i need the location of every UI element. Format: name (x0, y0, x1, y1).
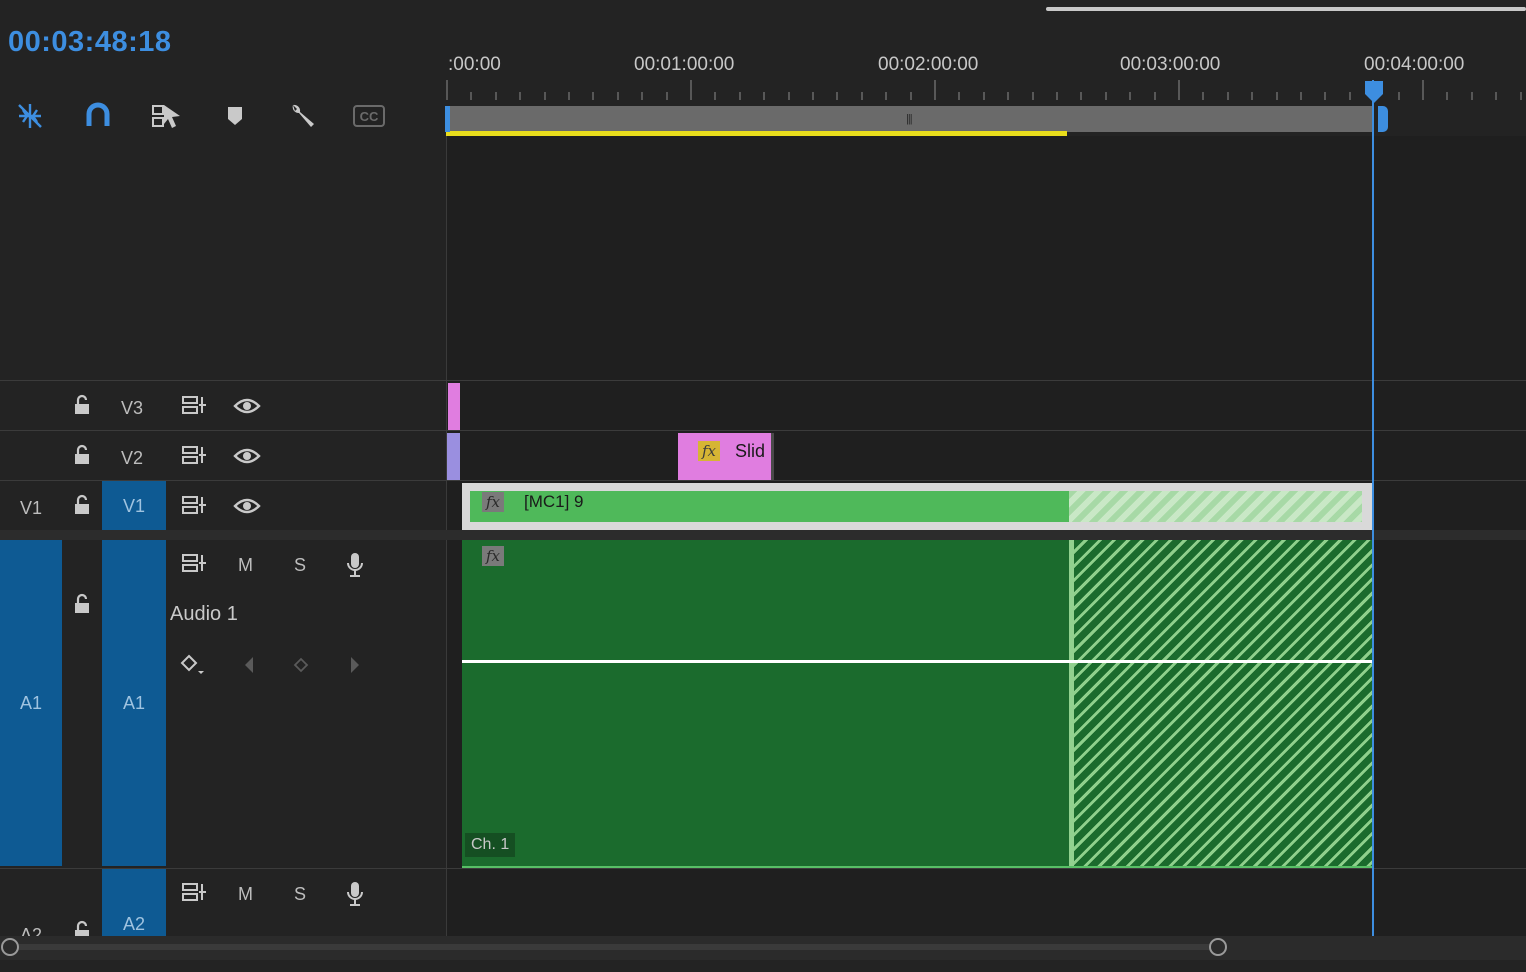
eye-visibility-icon[interactable] (232, 394, 262, 418)
fx-badge-icon[interactable]: fx (698, 441, 720, 461)
ruler-label-0: :00:00 (448, 54, 501, 75)
keyframe-toggle-icon[interactable] (178, 652, 208, 678)
a1-audio-clip[interactable]: fx Ch. 1 (462, 540, 1372, 868)
ruler-label-4: 00:04:00:00 (1364, 54, 1465, 75)
scrollbar-right-handle[interactable] (1209, 938, 1227, 956)
ruler-label-2: 00:02:00:00 (878, 54, 979, 75)
eye-visibility-icon[interactable] (232, 444, 262, 468)
lock-icon[interactable] (70, 493, 94, 517)
lock-icon[interactable] (70, 393, 94, 417)
source-patch-v1[interactable]: V1 (20, 498, 42, 519)
playhead-handle-icon[interactable] (1364, 80, 1384, 104)
add-marker-icon[interactable] (218, 100, 252, 132)
work-area-grip-icon: ||| (906, 113, 913, 125)
work-area-in-handle[interactable] (445, 106, 450, 132)
linked-selection-icon[interactable] (149, 100, 183, 132)
solo-button[interactable]: S (294, 555, 306, 576)
video-audio-divider[interactable] (0, 530, 1526, 540)
sync-lock-icon[interactable] (180, 551, 208, 577)
add-keyframe-icon[interactable] (290, 653, 312, 677)
volume-rubber-band[interactable] (462, 660, 1372, 663)
mute-button[interactable]: M (238, 555, 253, 576)
playhead-timecode[interactable]: 00:03:48:18 (8, 26, 172, 59)
clip-name: [MC1] 9 (524, 492, 584, 511)
track-target-v1[interactable]: V1 (102, 481, 166, 531)
track-a1: A1 A1 M S Audio 1 fx Ch. 1 (0, 540, 1526, 868)
eye-visibility-icon[interactable] (232, 494, 262, 518)
captions-cc-icon[interactable]: CC (352, 100, 386, 132)
a1-unrendered-area (1069, 540, 1372, 866)
clip-name: Slid (735, 441, 766, 461)
nest-sequence-icon[interactable] (13, 100, 47, 132)
v2-clip-slid[interactable]: fx Slid (678, 433, 774, 480)
fx-badge-icon[interactable]: fx (482, 492, 504, 512)
playhead-line[interactable] (1372, 80, 1374, 936)
source-patch-a2[interactable]: A2 (20, 925, 42, 936)
scrollbar-left-handle[interactable] (1, 938, 19, 956)
track-name-audio-1[interactable]: Audio 1 (170, 603, 238, 626)
track-header-a2: A2 A2 M S (0, 869, 446, 936)
timeline-settings-wrench-icon[interactable] (285, 100, 319, 132)
ruler-label-3: 00:03:00:00 (1120, 54, 1221, 75)
track-header-v2: V2 (0, 431, 446, 481)
track-header-v3: V3 (0, 381, 446, 431)
v1-clip-mc1[interactable]: fx [MC1] 9 (462, 483, 1372, 530)
fx-badge-icon[interactable]: fx (482, 546, 504, 566)
snap-magnet-icon[interactable] (81, 100, 115, 132)
track-header-v1: V1 V1 (0, 481, 446, 531)
previous-keyframe-icon[interactable] (238, 653, 260, 677)
lock-icon[interactable] (70, 443, 94, 467)
sync-lock-icon[interactable] (180, 493, 208, 519)
v2-transition-clip[interactable] (447, 433, 460, 480)
track-target-a1[interactable]: A1 (102, 540, 166, 866)
track-header-a1: A1 A1 M S Audio 1 (0, 540, 446, 868)
sync-lock-icon[interactable] (180, 393, 208, 419)
track-v1: V1 V1 fx [MC1] 9 (0, 480, 1526, 531)
solo-button[interactable]: S (294, 884, 306, 905)
mute-button[interactable]: M (238, 884, 253, 905)
top-divider (1046, 7, 1526, 11)
source-patch-a1[interactable]: A1 (0, 540, 62, 866)
sync-lock-icon[interactable] (180, 880, 208, 906)
sync-lock-icon[interactable] (180, 443, 208, 469)
microphone-record-icon[interactable] (342, 879, 368, 909)
scrollbar-thumb[interactable] (10, 944, 1218, 950)
v3-clip[interactable] (448, 383, 460, 430)
track-v3: V3 (0, 380, 1526, 431)
timeline-panel: 00:03:48:18 :00:00 00:01:00:00 00:02:00:… (0, 0, 1526, 972)
track-v2: V2 fx Slid (0, 430, 1526, 481)
channel-label: Ch. 1 (465, 833, 516, 857)
lock-icon[interactable] (70, 919, 94, 936)
lock-icon[interactable] (70, 592, 94, 616)
microphone-record-icon[interactable] (342, 550, 368, 580)
captions-label: CC (353, 105, 385, 127)
work-area-out-handle[interactable] (1378, 106, 1388, 132)
track-a2: A2 A2 M S (0, 868, 1526, 936)
next-keyframe-icon[interactable] (344, 653, 366, 677)
track-label-v3[interactable]: V3 (121, 398, 143, 419)
track-label-v2[interactable]: V2 (121, 448, 143, 469)
ruler-label-1: 00:01:00:00 (634, 54, 735, 75)
v1-clip-unrendered-area (1069, 491, 1362, 522)
track-target-a2[interactable]: A2 (102, 869, 166, 936)
